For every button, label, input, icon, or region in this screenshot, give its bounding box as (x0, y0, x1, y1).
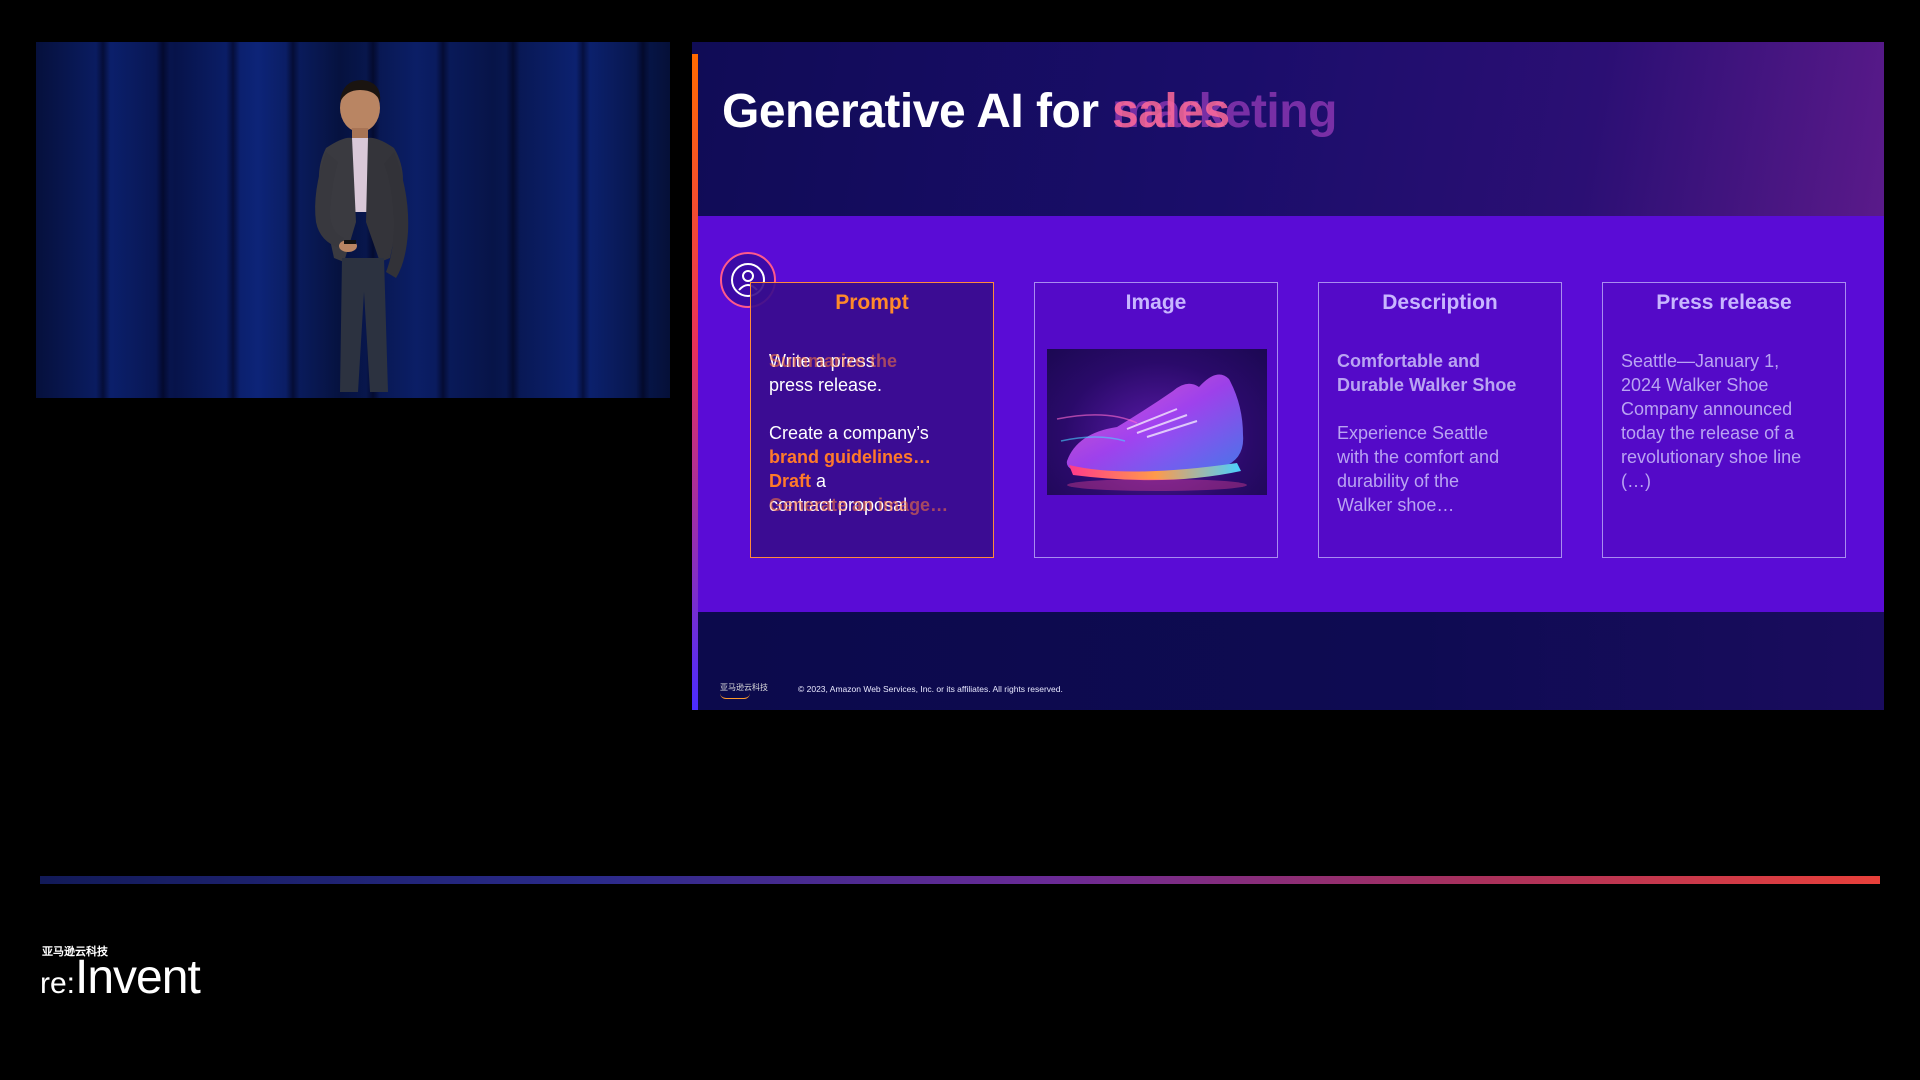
description-card: Description Comfortable and Durable Walk… (1318, 282, 1562, 558)
prompt-line-create: Create a company’s (769, 423, 929, 443)
prompt-line-brand: brand guidelines… (769, 447, 932, 467)
slide-title-word-sales: sales (1112, 85, 1230, 138)
description-card-title: Description (1382, 291, 1498, 314)
image-card: Image (1034, 282, 1278, 558)
press-release-card-title: Press release (1656, 291, 1792, 314)
prompt-line-generate: Generate an image… (769, 495, 949, 515)
reinvent-logo-invent: Invent (75, 951, 201, 1004)
speaker-video (36, 42, 670, 398)
description-text: Experience Seattle with the comfort and … (1337, 423, 1500, 515)
slide-copyright: © 2023, Amazon Web Services, Inc. or its… (798, 684, 1063, 694)
presentation-slide: Generative AI for marketing sales Prompt… (692, 42, 1884, 710)
prompt-card: Prompt Summarize the Write a press press… (750, 282, 994, 558)
prompt-line-draft-rest: a (811, 471, 827, 491)
slide-title: Generative AI for marketing sales (722, 84, 1337, 139)
prompt-card-title: Prompt (835, 291, 909, 314)
reinvent-logo: re:Invent (40, 950, 201, 1005)
reinvent-logo-re: re: (40, 967, 76, 1000)
press-release-text: Seattle—January 1, 2024 Walker Shoe Comp… (1621, 351, 1802, 491)
slide-accent-bar (692, 54, 698, 710)
prompt-line-press-release: press release. (769, 375, 883, 395)
description-card-body: Comfortable and Durable Walker Shoe Expe… (1337, 349, 1547, 517)
slide-footer (698, 612, 1884, 710)
presenter-figure (315, 80, 409, 392)
smile-logo-icon (720, 693, 750, 699)
press-release-card: Press release Seattle—January 1, 2024 Wa… (1602, 282, 1846, 558)
sneaker-image (1047, 349, 1267, 495)
prompt-line-draft: Draft (769, 471, 812, 491)
slide-footer-logo: 亚马逊云科技 (720, 682, 768, 699)
prompt-card-body: Summarize the Write a press press releas… (769, 349, 979, 517)
description-heading: Comfortable and Durable Walker Shoe (1337, 351, 1517, 395)
progress-line (40, 876, 1880, 884)
image-card-title: Image (1125, 291, 1187, 314)
slide-title-prefix: Generative AI for (722, 85, 1099, 138)
prompt-line-summarize: Summarize the (769, 351, 898, 371)
slide-footer-logo-text: 亚马逊云科技 (720, 683, 768, 692)
